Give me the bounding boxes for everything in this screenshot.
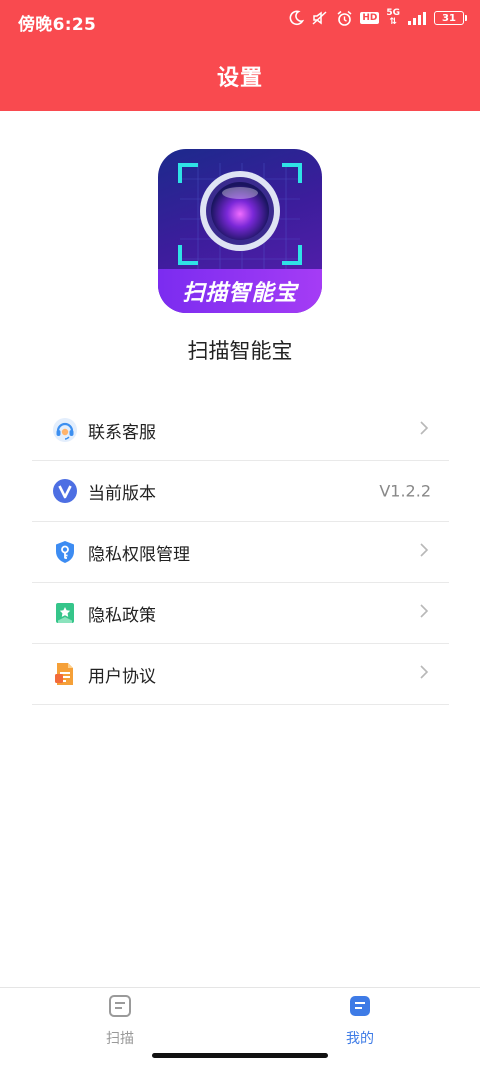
tab-label: 我的 — [346, 1031, 374, 1047]
shield-key-icon — [52, 539, 78, 565]
tab-mine[interactable]: 我的 — [320, 994, 400, 1048]
alarm-icon — [336, 10, 353, 27]
menu-item-label: 隐私权限管理 — [88, 544, 190, 565]
page-title: 设置 — [216, 66, 263, 91]
mute-icon — [311, 10, 329, 26]
network-indicator: 5G ⇅ — [386, 9, 400, 27]
home-indicator[interactable] — [152, 1053, 328, 1058]
star-bookmark-icon — [52, 600, 78, 626]
chevron-right-icon — [419, 603, 429, 623]
document-icon — [52, 661, 78, 687]
settings-menu: 联系客服 当前版本 V1.2.2 隐私权限管理 隐私政策 用户协议 — [32, 400, 449, 705]
mine-tab-icon — [320, 994, 400, 1022]
battery-level: 31 — [442, 12, 456, 24]
menu-item-label: 隐私政策 — [88, 605, 156, 626]
menu-item-contact-support[interactable]: 联系客服 — [32, 400, 449, 461]
data-arrows-icon: ⇅ — [389, 17, 397, 27]
app-logo-label: 扫描智能宝 — [158, 269, 322, 313]
menu-item-label: 用户协议 — [88, 666, 156, 687]
version-icon — [52, 478, 78, 504]
menu-item-privacy-permissions[interactable]: 隐私权限管理 — [32, 522, 449, 583]
menu-item-label: 联系客服 — [88, 422, 156, 443]
battery-icon: 31 — [434, 11, 467, 25]
status-icons: HD 5G ⇅ 31 — [288, 9, 467, 27]
headset-icon — [52, 417, 78, 443]
tab-scan[interactable]: 扫描 — [80, 994, 160, 1048]
app-logo: 扫描智能宝 — [158, 149, 322, 313]
menu-item-user-agreement[interactable]: 用户协议 — [32, 644, 449, 705]
hd-badge: HD — [360, 12, 380, 24]
header-bar: 傍晚6:25 HD 5G ⇅ 31 设置 — [0, 0, 480, 111]
menu-item-privacy-policy[interactable]: 隐私政策 — [32, 583, 449, 644]
version-value: V1.2.2 — [379, 481, 431, 501]
status-bar: 傍晚6:25 HD 5G ⇅ 31 — [0, 0, 480, 42]
status-time: 傍晚6:25 — [18, 15, 97, 35]
app-name: 扫描智能宝 — [187, 339, 293, 363]
signal-icon — [407, 11, 427, 25]
scan-tab-icon — [80, 994, 160, 1022]
chevron-right-icon — [419, 420, 429, 440]
menu-item-current-version[interactable]: 当前版本 V1.2.2 — [32, 461, 449, 522]
tab-label: 扫描 — [106, 1031, 134, 1047]
moon-icon — [288, 10, 305, 26]
chevron-right-icon — [419, 664, 429, 684]
chevron-right-icon — [419, 542, 429, 562]
menu-item-label: 当前版本 — [88, 483, 156, 504]
